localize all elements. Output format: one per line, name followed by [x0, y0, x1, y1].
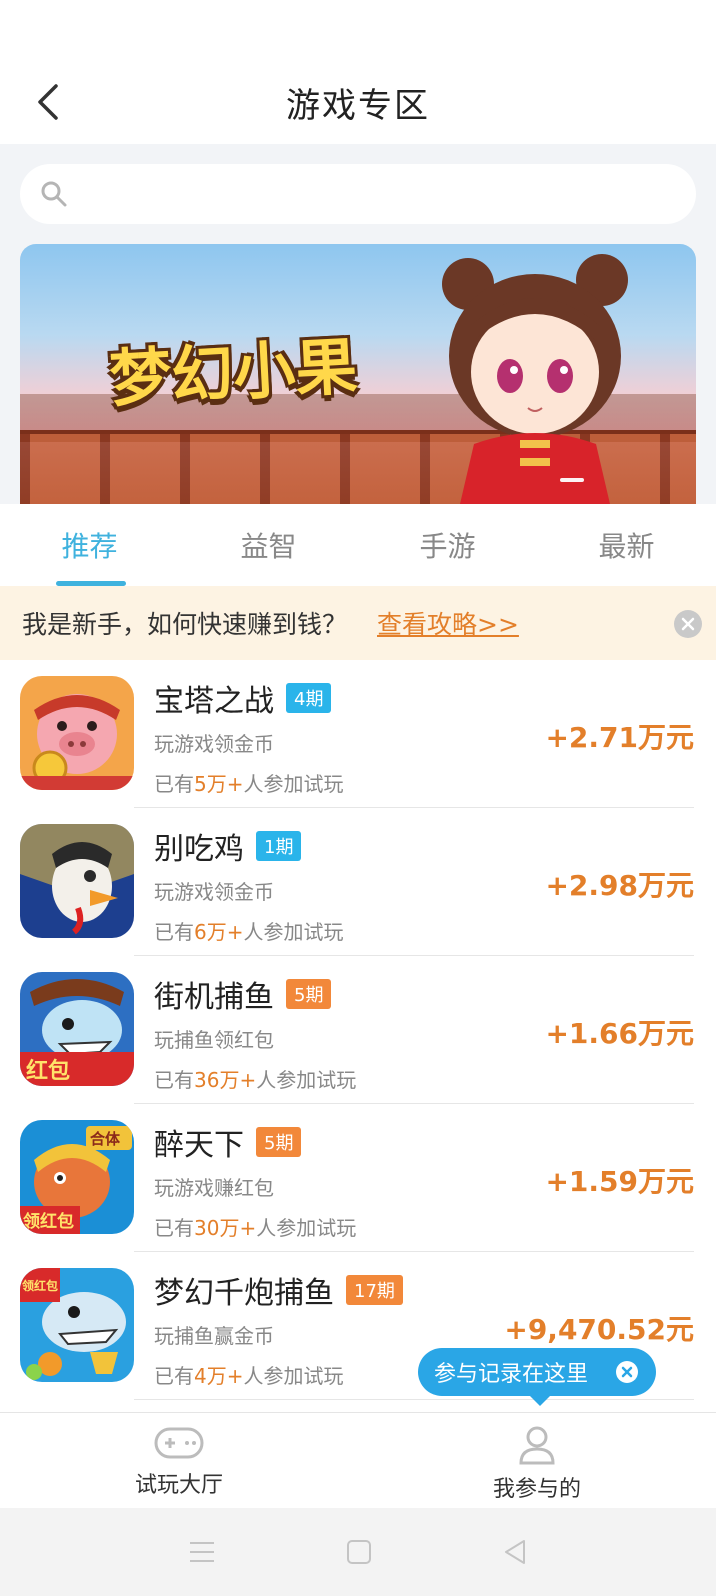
tab-puzzle[interactable]: 益智	[179, 504, 358, 586]
game-icon-qianpao: 领红包	[20, 1268, 134, 1382]
players-suffix: 人参加试玩	[256, 1216, 357, 1240]
game-item[interactable]: 别吃鸡 1期 玩游戏领金币 已有6万+人参加试玩 +2.98万元	[0, 808, 716, 956]
period-badge: 5期	[256, 1127, 302, 1157]
svg-text:领红包: 领红包	[22, 1278, 58, 1293]
game-description: 玩游戏领金币	[154, 732, 274, 756]
nav-label: 我参与的	[492, 1477, 581, 1502]
game-name: 街机捕鱼	[154, 980, 274, 1015]
game-reward: +9,470.52元	[504, 1313, 694, 1346]
game-players: 已有36万+人参加试玩	[154, 1064, 356, 1093]
status-bar	[0, 0, 716, 60]
back-button[interactable]	[24, 78, 72, 126]
game-players: 已有30万+人参加试玩	[154, 1212, 356, 1241]
players-prefix: 已有	[154, 1068, 194, 1092]
banner-dot	[560, 478, 584, 482]
players-count: 6万+	[194, 920, 244, 944]
menu-icon[interactable]	[188, 1540, 216, 1564]
game-reward: +2.71万元	[545, 721, 694, 754]
game-icon-jieji: 红包	[20, 972, 134, 1086]
players-suffix: 人参加试玩	[243, 920, 344, 944]
game-description: 玩捕鱼赢金币	[154, 1324, 274, 1348]
players-prefix: 已有	[154, 1364, 194, 1388]
game-reward: +2.98万元	[545, 869, 694, 902]
banner-character	[442, 254, 628, 504]
game-reward: +1.66万元	[545, 1017, 694, 1050]
game-list: 宝塔之战 4期 玩游戏领金币 已有5万+人参加试玩 +2.71万元 别吃鸡 1期…	[0, 660, 716, 1412]
players-suffix: 人参加试玩	[243, 1364, 344, 1388]
game-icon-baota	[20, 676, 134, 790]
game-name: 宝塔之战	[154, 684, 274, 719]
tooltip-close-button[interactable]	[616, 1361, 638, 1383]
close-icon	[681, 617, 695, 631]
game-players: 已有4万+人参加试玩	[154, 1360, 343, 1389]
notice-link[interactable]: 查看攻略>>	[377, 605, 519, 641]
period-badge: 17期	[346, 1275, 403, 1305]
page-title: 游戏专区	[286, 85, 430, 126]
back-triangle-icon[interactable]	[502, 1538, 528, 1566]
period-badge: 1期	[256, 831, 302, 861]
players-count: 5万+	[194, 772, 244, 796]
players-prefix: 已有	[154, 1216, 194, 1240]
banner-pagination	[560, 478, 584, 482]
search-input[interactable]	[78, 164, 696, 224]
game-item[interactable]: 宝塔之战 4期 玩游戏领金币 已有5万+人参加试玩 +2.71万元	[0, 660, 716, 808]
players-count: 4万+	[194, 1364, 244, 1388]
game-icon-biechiji	[20, 824, 134, 938]
nav-my-participation[interactable]: 我参与的	[358, 1413, 716, 1509]
gamepad-icon	[154, 1427, 204, 1459]
game-name: 醉天下	[154, 1128, 244, 1163]
period-badge: 5期	[286, 979, 332, 1009]
tab-newest[interactable]: 最新	[537, 504, 716, 586]
tooltip-text: 参与记录在这里	[434, 1362, 589, 1387]
home-icon[interactable]	[346, 1539, 372, 1565]
game-reward: +1.59万元	[545, 1165, 694, 1198]
players-prefix: 已有	[154, 920, 194, 944]
game-title: 宝塔之战 4期	[154, 676, 332, 720]
players-prefix: 已有	[154, 772, 194, 796]
game-description: 玩捕鱼领红包	[154, 1028, 274, 1052]
nav-label: 试玩大厅	[134, 1473, 223, 1498]
period-badge: 4期	[286, 683, 332, 713]
game-item[interactable]: 合体 领红包 醉天下 5期 玩游戏赚红包 已有30万+人参加试玩 +1.59万元	[0, 1104, 716, 1252]
chevron-left-icon	[38, 84, 58, 120]
players-count: 36万+	[194, 1068, 257, 1092]
svg-text:红包: 红包	[26, 1058, 70, 1084]
game-name: 梦幻千炮捕鱼	[154, 1276, 334, 1311]
banner-logo: 梦幻小果	[107, 329, 360, 416]
players-suffix: 人参加试玩	[243, 772, 344, 796]
divider	[134, 1399, 694, 1400]
game-title: 梦幻千炮捕鱼 17期	[154, 1268, 403, 1312]
game-description: 玩游戏赚红包	[154, 1176, 274, 1200]
user-icon	[519, 1426, 555, 1465]
game-icon-zuitianxia: 合体 领红包	[20, 1120, 134, 1234]
nav-trial-hall[interactable]: 试玩大厅	[0, 1413, 358, 1509]
game-title: 醉天下 5期	[154, 1120, 302, 1164]
svg-text:领红包: 领红包	[23, 1211, 74, 1232]
notice-close-button[interactable]	[674, 610, 702, 638]
header: 游戏专区	[0, 60, 716, 144]
game-title: 别吃鸡 1期	[154, 824, 302, 868]
category-tabs: 推荐 益智 手游 最新	[0, 504, 716, 586]
participation-tooltip[interactable]: 参与记录在这里	[418, 1348, 656, 1406]
close-icon	[621, 1366, 633, 1378]
system-nav-bar	[0, 1508, 716, 1596]
game-item[interactable]: 红包 街机捕鱼 5期 玩捕鱼领红包 已有36万+人参加试玩 +1.66万元	[0, 956, 716, 1104]
tab-mobile[interactable]: 手游	[358, 504, 537, 586]
players-count: 30万+	[194, 1216, 257, 1240]
newbie-notice: 我是新手，如何快速赚到钱？ 查看攻略>>	[0, 586, 716, 660]
game-players: 已有5万+人参加试玩	[154, 768, 343, 797]
bottom-nav: 试玩大厅 我参与的	[0, 1412, 716, 1508]
game-title: 街机捕鱼 5期	[154, 972, 332, 1016]
notice-text: 我是新手，如何快速赚到钱？	[22, 610, 348, 639]
game-players: 已有6万+人参加试玩	[154, 916, 343, 945]
svg-text:合体: 合体	[89, 1130, 121, 1148]
search-bar[interactable]	[20, 164, 696, 224]
search-icon	[41, 181, 67, 207]
tab-recommended[interactable]: 推荐	[0, 504, 179, 586]
game-description: 玩游戏领金币	[154, 880, 274, 904]
players-suffix: 人参加试玩	[256, 1068, 357, 1092]
banner[interactable]: 梦幻小果	[20, 244, 696, 504]
game-name: 别吃鸡	[154, 832, 244, 867]
